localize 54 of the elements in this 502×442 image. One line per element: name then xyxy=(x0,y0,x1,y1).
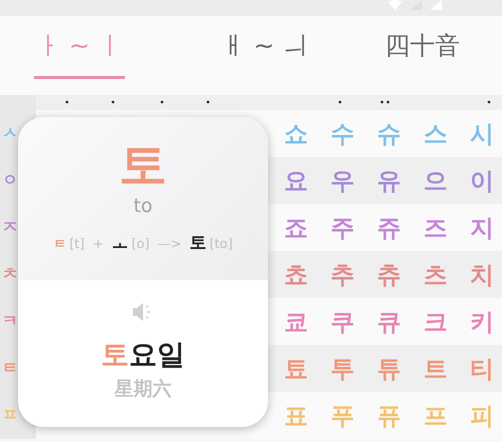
syllable-cell[interactable]: 쵸 xyxy=(276,258,316,290)
syllable-cell[interactable]: 지 xyxy=(462,212,502,244)
syllable-cell[interactable]: 키 xyxy=(462,306,502,338)
syllable-cell[interactable]: 쥬 xyxy=(369,212,409,244)
syllable-cell[interactable]: 죠 xyxy=(276,212,316,244)
syllable-cell[interactable]: 주 xyxy=(322,212,362,244)
consonant-label: ㅇ xyxy=(1,170,19,191)
syllable-cell[interactable]: 추 xyxy=(322,258,362,290)
syllable-cell[interactable]: 프 xyxy=(416,400,456,432)
tab[interactable]: 四十音 xyxy=(377,16,468,79)
syllable-cell[interactable]: 쇼 xyxy=(276,118,316,150)
syllable-cell[interactable]: 트 xyxy=(416,352,456,384)
formula-part: + xyxy=(92,237,104,252)
consonant-label: ㅊ xyxy=(1,264,19,285)
syllable-cell[interactable]: 으 xyxy=(416,164,456,196)
consonant-label: ㅅ xyxy=(1,123,19,144)
meaning-text: 星期六 xyxy=(114,377,172,402)
syllable-cell[interactable]: 요 xyxy=(276,164,316,196)
consonant-label: ㅋ xyxy=(1,311,19,332)
syllable-cell[interactable]: 스 xyxy=(416,118,456,150)
syllable-cell[interactable]: 이 xyxy=(462,164,502,196)
romanization-text: to xyxy=(133,195,153,217)
syllable-cell[interactable]: 투 xyxy=(322,352,362,384)
syllable-cell[interactable]: 피 xyxy=(462,400,502,432)
syllable-cell[interactable]: 우 xyxy=(322,164,362,196)
formula-part: ㅗ xyxy=(111,232,128,254)
word-text: 토요일 xyxy=(101,337,185,373)
tab[interactable]: ㅐ ~ ㅢ xyxy=(218,16,310,79)
syllable-cell[interactable]: 치 xyxy=(462,258,502,290)
syllable-cell[interactable]: 쿠 xyxy=(322,306,362,338)
syllable-cell[interactable]: 표 xyxy=(276,400,316,432)
syllable-cell[interactable]: 큐 xyxy=(369,306,409,338)
formula-part: 토 xyxy=(189,232,206,254)
syllable-cell[interactable]: 티 xyxy=(462,352,502,384)
syllable-cell[interactable]: 츄 xyxy=(369,258,409,290)
syllable-cell[interactable]: 튜 xyxy=(369,352,409,384)
formula-part: —> xyxy=(158,237,182,252)
formula-part: ㅌ xyxy=(53,236,66,253)
syllable-text: 토 xyxy=(119,137,167,193)
consonant-label: ㅍ xyxy=(1,405,19,426)
syllable-cell[interactable]: 츠 xyxy=(416,258,456,290)
tab[interactable]: ㅏ ~ ㅣ xyxy=(34,16,125,79)
consonant-label: ㅌ xyxy=(1,358,19,379)
syllable-cell[interactable]: 유 xyxy=(369,164,409,196)
syllable-cell[interactable]: 수 xyxy=(322,118,362,150)
syllable-cell[interactable]: 푸 xyxy=(322,400,362,432)
syllable-cell[interactable]: 시 xyxy=(462,118,502,150)
syllable-cell[interactable]: 툐 xyxy=(276,352,316,384)
syllable-cell[interactable]: 슈 xyxy=(369,118,409,150)
syllable-cell[interactable]: 크 xyxy=(416,306,456,338)
syllable-cell[interactable]: 즈 xyxy=(416,212,456,244)
syllable-cell[interactable]: 쿄 xyxy=(276,306,316,338)
syllable-cell[interactable]: 퓨 xyxy=(369,400,409,432)
consonant-label: ㅈ xyxy=(1,217,19,238)
